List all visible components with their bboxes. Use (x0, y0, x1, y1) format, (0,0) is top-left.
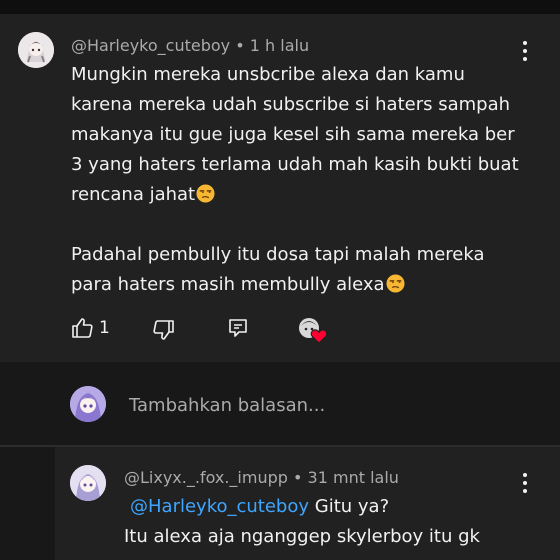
reply-mention-link[interactable]: @Harleyko_cuteboy (130, 496, 309, 517)
creator-heart-badge (297, 316, 329, 344)
current-user-avatar (70, 386, 106, 422)
anime-avatar-icon (18, 32, 54, 68)
reply-time[interactable]: 31 mnt lalu (308, 468, 399, 487)
anime-avatar-icon (70, 465, 106, 501)
unamused-face-icon (196, 184, 215, 203)
commenter-avatar[interactable] (18, 32, 54, 68)
reply-input[interactable]: Tambahkan balasan... (129, 395, 325, 416)
reply-button[interactable] (226, 316, 250, 340)
comment-body: Mungkin mereka unsbcribe alexa dan kamu … (71, 60, 531, 300)
comment-author[interactable]: @Harleyko_cuteboy (71, 36, 230, 55)
dislike-button[interactable] (152, 318, 176, 342)
top-bar (0, 0, 560, 14)
meta-separator: • (293, 468, 308, 487)
comment-paragraph-1: Mungkin mereka unsbcribe alexa dan kamu … (71, 64, 519, 205)
comment-meta: @Harleyko_cuteboy • 1 h lalu (71, 36, 309, 55)
reply-author-avatar[interactable] (70, 465, 106, 501)
reply-line-2: Itu alexa aja nganggep skylerboy itu gk (124, 526, 480, 547)
like-button[interactable] (70, 316, 94, 340)
thumb-down-icon (153, 320, 174, 340)
anime-avatar-icon (70, 386, 106, 422)
like-count: 1 (99, 318, 110, 338)
reply-author[interactable]: @Lixyx._.fox._imupp (124, 468, 288, 487)
unamused-face-icon (386, 274, 405, 293)
comment-time[interactable]: 1 h lalu (250, 36, 309, 55)
thumb-up-icon (72, 318, 93, 338)
creator-heart-icon (299, 318, 328, 344)
reply-icon (229, 319, 247, 337)
comment-paragraph-2: Padahal pembully itu dosa tapi malah mer… (71, 244, 485, 295)
reply-meta: @Lixyx._.fox._imupp • 31 mnt lalu (124, 468, 399, 487)
reply-body: @Harleyko_cuteboy Gitu ya? Itu alexa aja… (124, 492, 544, 552)
reply-line-1: @Harleyko_cuteboy Gitu ya? (130, 496, 390, 517)
meta-separator: • (235, 36, 250, 55)
